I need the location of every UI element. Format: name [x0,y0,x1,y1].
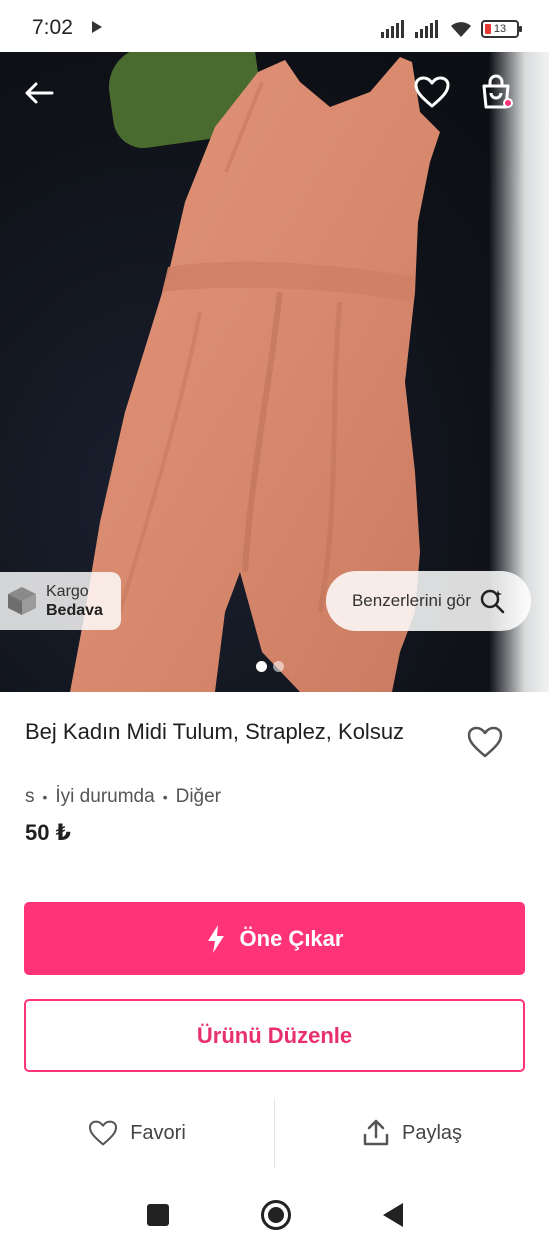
shopping-bag-button[interactable] [474,70,518,114]
status-bar: 7:02 13 [0,0,549,52]
lightning-bolt-icon [207,924,224,953]
favorite-action-label: Favori [130,1121,186,1144]
system-back-icon[interactable] [382,1203,403,1227]
play-store-icon [92,21,102,33]
see-similar-label: Benzerlerini gör [351,591,472,610]
share-upload-icon [363,1119,389,1146]
home-icon-inner [267,1207,284,1223]
heart-icon [414,76,450,108]
battery-icon: 13 [481,20,522,38]
cargo-free-label: Bedava [46,602,103,619]
promote-button[interactable]: Öne Çıkar [24,902,525,975]
magnifier-sparkle-icon [480,589,505,614]
package-box-icon [8,587,36,615]
status-time: 7:02 [32,16,73,39]
recent-apps-icon[interactable] [146,1204,169,1226]
signal-icon-2 [415,20,438,38]
cargo-label: Kargo [46,583,89,600]
bottom-actions: Favori Paylaş [0,1098,549,1168]
share-action[interactable]: Paylaş [275,1098,549,1168]
product-meta: s • İyi durumda • Diğer [25,786,221,808]
share-action-label: Paylaş [401,1121,463,1144]
product-title: Bej Kadın Midi Tulum, Straplez, Kolsuz [25,719,405,744]
image-page-indicator [256,661,284,672]
signal-icon [381,20,404,38]
cart-notification-dot [503,98,513,108]
product-condition: İyi durumda [55,786,155,807]
product-price: 50 ₺ [25,820,71,845]
meta-separator: • [162,789,168,805]
product-size: s [25,786,35,807]
page-dot-active[interactable] [256,661,267,672]
product-brand: Diğer [175,786,221,807]
system-navigation-bar [0,1180,549,1250]
edit-product-button-label: Ürünü Düzenle [196,1022,353,1048]
page-dot[interactable] [273,661,284,672]
favorite-top-button[interactable] [410,70,454,114]
favorite-action[interactable]: Favori [0,1098,274,1168]
heart-outline-icon [467,726,503,758]
status-icons: 13 [381,18,522,40]
battery-level: 13 [493,23,507,35]
heart-outline-icon [89,1120,118,1146]
home-icon[interactable] [260,1200,291,1230]
free-shipping-badge: Kargo Bedava [0,572,121,630]
see-similar-button[interactable]: Benzerlerini gör [326,571,531,631]
back-button[interactable] [18,72,60,114]
meta-separator: • [42,789,48,805]
wifi-icon [451,22,471,37]
edit-product-button[interactable]: Ürünü Düzenle [24,999,525,1072]
product-image[interactable]: Kargo Bedava Benzerlerini gör [0,52,549,692]
arrow-left-icon [25,82,54,104]
promote-button-label: Öne Çıkar [239,925,344,951]
favorite-button[interactable] [465,722,505,762]
